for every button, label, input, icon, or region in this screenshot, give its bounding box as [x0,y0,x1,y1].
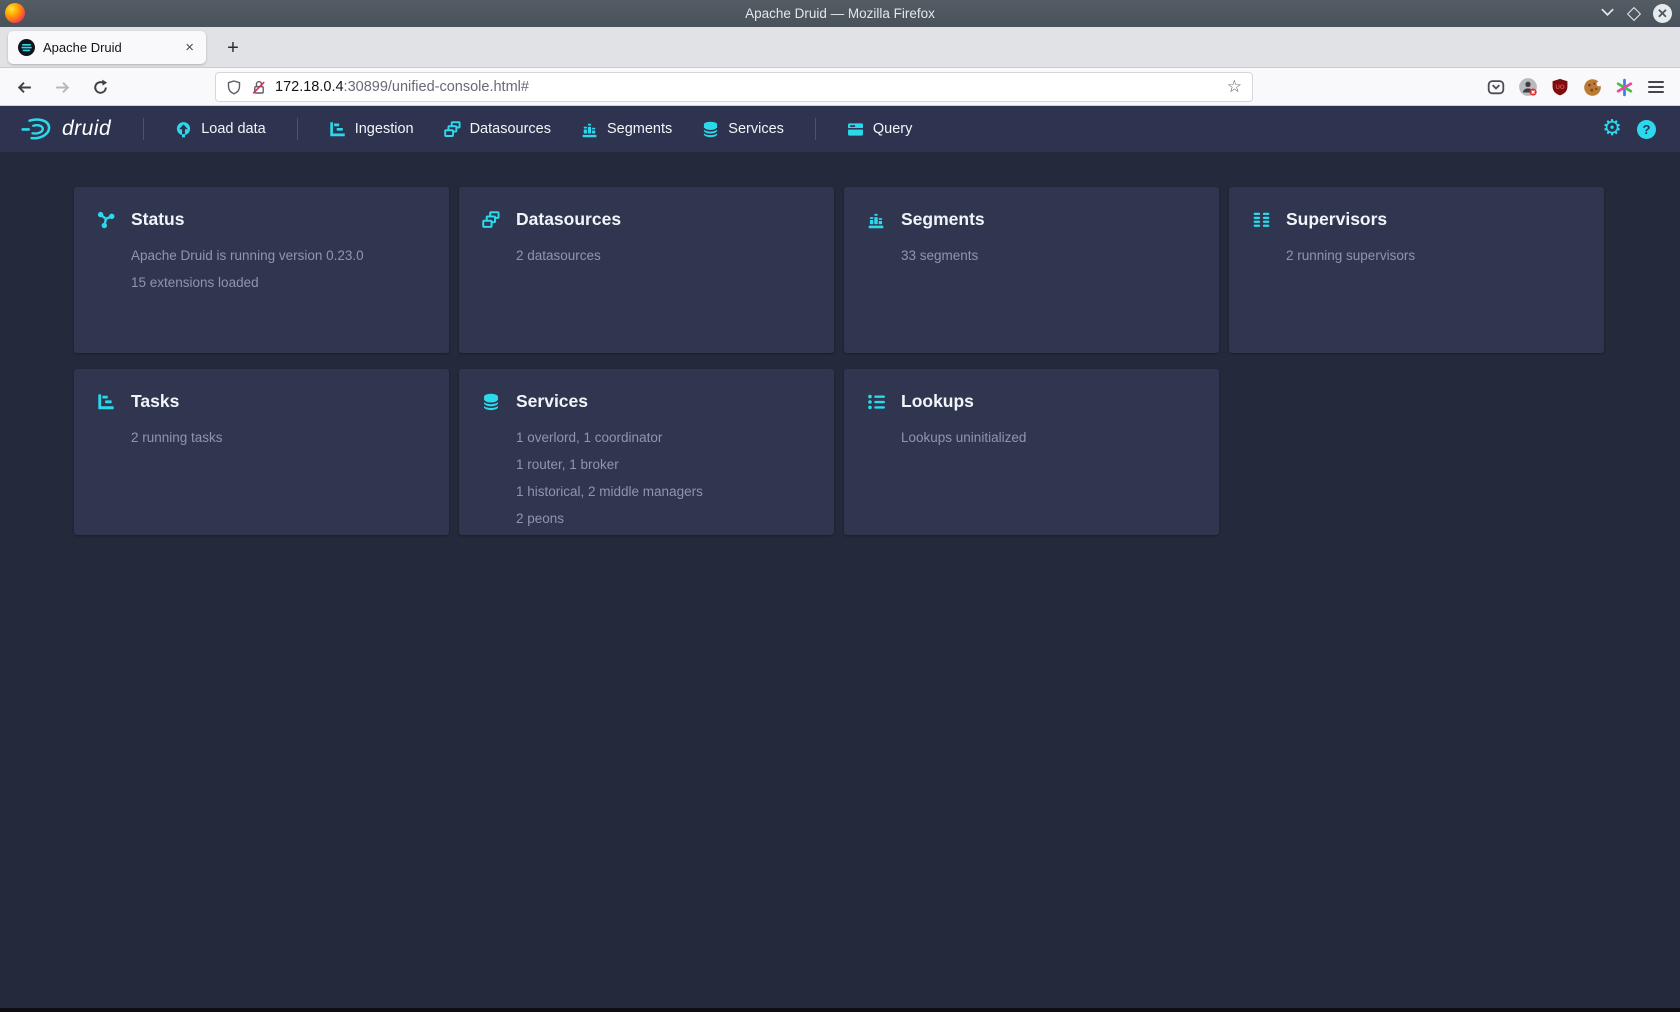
screen: Apache Druid — Mozilla Firefox ✕ Apache … [0,0,1680,1012]
tab-favicon [18,39,35,56]
list-columns-icon [1252,211,1270,229]
bookmark-star-icon[interactable]: ☆ [1227,77,1242,97]
url-bar[interactable]: 172.18.0.4:30899/unified-console.html# ☆ [215,72,1253,102]
home-cards-grid: Status Apache Druid is running version 0… [74,187,1604,535]
stacked-chart-icon [581,121,598,138]
url-text: 172.18.0.4:30899/unified-console.html# [275,79,529,95]
card-line: 33 segments [901,242,978,269]
druid-logo[interactable]: druid [20,116,111,142]
firefox-logo-icon [5,3,25,23]
help-icon[interactable]: ? [1637,120,1656,139]
ublock-icon[interactable]: UO [1544,72,1576,102]
nav-separator [815,118,816,140]
card-lookups[interactable]: Lookups Lookups uninitialized [844,369,1219,535]
card-title: Segments [901,209,985,230]
window-minimize-button[interactable] [1600,5,1615,23]
card-segments[interactable]: Segments 33 segments [844,187,1219,353]
main-content: Status Apache Druid is running version 0… [0,152,1680,1008]
multi-select-icon [482,211,500,229]
gantt-chart-icon [329,121,346,138]
nav-separator [297,118,298,140]
nav-item-load-data[interactable]: Load data [175,121,266,138]
window-close-button[interactable]: ✕ [1653,4,1672,23]
hamburger-menu-icon[interactable] [1640,72,1672,102]
browser-tabbar: Apache Druid × + [0,27,1680,68]
nav-item-query[interactable]: Query [847,121,913,138]
browser-toolbar: 172.18.0.4:30899/unified-console.html# ☆ [0,68,1680,106]
window-maximize-button[interactable] [1627,6,1641,20]
card-supervisors[interactable]: Supervisors 2 running supervisors [1229,187,1604,353]
card-line: Lookups uninitialized [901,424,1026,451]
card-title: Lookups [901,391,974,412]
pocket-icon[interactable] [1480,72,1512,102]
card-title: Datasources [516,209,621,230]
card-line: 1 router, 1 broker [516,451,703,478]
forward-button[interactable] [48,73,76,101]
nav-label: Segments [607,121,672,137]
stacked-chart-icon [867,211,885,229]
nav-item-datasources[interactable]: Datasources [444,121,551,138]
card-line: 2 running supervisors [1286,242,1415,269]
nav-label: Datasources [470,121,551,137]
card-line: 2 peons [516,505,703,532]
tab-title: Apache Druid [43,40,183,55]
window-titlebar: Apache Druid — Mozilla Firefox ✕ [0,0,1680,27]
nav-item-ingestion[interactable]: Ingestion [329,121,414,138]
card-services[interactable]: Services 1 overlord, 1 coordinator 1 rou… [459,369,834,535]
druid-logo-icon [20,116,54,142]
url-path: :30899/unified-console.html# [344,79,529,95]
new-tab-button[interactable]: + [220,35,246,61]
druid-navbar: druid Load data Ingestion [0,106,1680,152]
ublock-label: UO [1555,85,1564,91]
card-line: 1 historical, 2 middle managers [516,478,703,505]
window-title: Apache Druid — Mozilla Firefox [0,6,1680,21]
card-line: 2 datasources [516,242,601,269]
card-tasks[interactable]: Tasks 2 running tasks [74,369,449,535]
screen-bottom-edge [0,1008,1680,1012]
cookie-extension-icon[interactable] [1576,72,1608,102]
nav-label: Query [873,121,913,137]
database-icon [702,121,719,138]
nav-item-segments[interactable]: Segments [581,121,672,138]
reload-button[interactable] [86,73,114,101]
back-button[interactable] [10,73,38,101]
tab-close-icon[interactable]: × [183,39,196,56]
nav-separator [143,118,144,140]
card-title: Services [516,391,588,412]
shield-icon[interactable] [226,79,242,96]
account-extension-icon[interactable] [1512,72,1544,102]
graph-icon [97,211,115,229]
card-line: 2 running tasks [131,424,223,451]
insecure-lock-icon[interactable] [251,79,267,96]
properties-list-icon [867,393,885,411]
card-line: 1 overlord, 1 coordinator [516,424,703,451]
nav-label: Services [728,121,784,137]
spark-extension-icon[interactable] [1608,72,1640,102]
nav-label: Load data [201,121,266,137]
card-title: Tasks [131,391,179,412]
card-title: Status [131,209,184,230]
cloud-upload-icon [175,121,192,138]
card-line: Apache Druid is running version 0.23.0 [131,242,364,269]
card-datasources[interactable]: Datasources 2 datasources [459,187,834,353]
url-host: 172.18.0.4 [275,79,344,95]
nav-item-services[interactable]: Services [702,121,784,138]
card-line: 15 extensions loaded [131,269,364,296]
multi-select-icon [444,121,461,138]
settings-gear-icon[interactable]: ⚙ [1602,118,1622,140]
application-icon [847,121,864,138]
gantt-chart-icon [97,393,115,411]
browser-tab[interactable]: Apache Druid × [8,31,206,64]
druid-logo-text: druid [62,117,111,141]
nav-label: Ingestion [355,121,414,137]
card-title: Supervisors [1286,209,1387,230]
database-icon [482,393,500,411]
card-status[interactable]: Status Apache Druid is running version 0… [74,187,449,353]
